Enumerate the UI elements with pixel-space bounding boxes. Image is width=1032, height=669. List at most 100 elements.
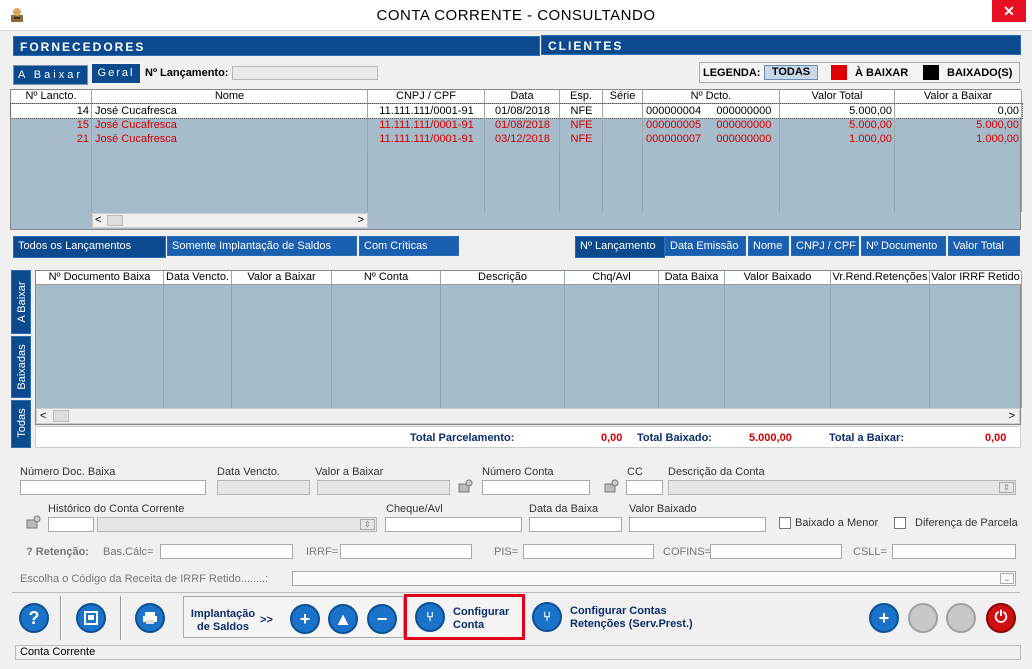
descricao-conta-select[interactable]: ⇕ — [668, 480, 1016, 495]
legend-todas-button[interactable]: TODAS — [764, 65, 818, 80]
column-header[interactable]: Valor IRRF Retido — [930, 271, 1022, 285]
column-header[interactable]: Série — [603, 90, 643, 104]
detail-horizontal-scrollbar[interactable]: < > — [36, 408, 1020, 424]
column-header[interactable]: Nº Dcto. — [643, 90, 780, 104]
implantacao-arrows: >> — [260, 614, 273, 626]
column-header[interactable]: Esp. — [560, 90, 603, 104]
column-header[interactable]: Valor Total — [780, 90, 895, 104]
clientes-header[interactable]: CLIENTES — [541, 35, 1021, 55]
sort-nome-button[interactable]: Nome — [748, 236, 789, 256]
sort-data-emissao-button[interactable]: Data Emissão — [665, 236, 746, 256]
filter-criticas-button[interactable]: Com Críticas — [359, 236, 459, 256]
descricao-conta-label: Descrição da Conta — [668, 466, 765, 478]
diferenca-parcela-checkbox[interactable] — [894, 517, 906, 529]
column-divider — [830, 285, 831, 408]
lancamento-field[interactable] — [232, 66, 378, 80]
sort-documento-button[interactable]: Nº Documento — [861, 236, 946, 256]
vtab-todas[interactable]: Todas — [11, 400, 31, 448]
remove-implantacao-button[interactable]: − — [367, 604, 397, 634]
sort-lancamento-button[interactable]: Nº Lançamento — [575, 236, 665, 258]
up-implantacao-button[interactable]: ▲ — [328, 604, 358, 634]
data-baixa-input[interactable] — [529, 517, 622, 532]
power-icon[interactable]: ⏻ — [986, 603, 1016, 633]
table-cell: 5.000,00 — [849, 105, 892, 117]
spinner-icon[interactable]: ⇕ — [360, 519, 375, 530]
conta-lookup-icon[interactable] — [458, 479, 474, 493]
numero-conta-input[interactable] — [482, 480, 590, 495]
vtab-a-baixar[interactable]: A Baixar — [11, 270, 31, 334]
historico-select[interactable]: ⇕ — [97, 517, 377, 532]
help-button[interactable]: ? — [19, 603, 49, 633]
spinner-icon[interactable]: ⇕ — [999, 482, 1014, 493]
scroll-right-icon[interactable]: > — [358, 214, 364, 226]
column-divider — [559, 146, 560, 212]
cheque-input[interactable] — [385, 517, 522, 532]
column-header[interactable]: Data Baixa — [659, 271, 725, 285]
table-row[interactable]: 15 José Cucafresca 11.111.111/0001-91 01/08… — [11, 118, 1022, 132]
add-implantacao-button[interactable]: + — [290, 604, 320, 634]
column-divider — [91, 118, 92, 132]
save-button[interactable] — [76, 603, 106, 633]
column-header[interactable]: Chq/Avl — [565, 271, 659, 285]
sort-valor-total-button[interactable]: Valor Total — [948, 236, 1020, 256]
total-baixado-value: 5.000,00 — [749, 432, 792, 444]
valor-baixado-input[interactable] — [629, 517, 766, 532]
column-header[interactable]: Valor Baixado — [725, 271, 831, 285]
cofins-input[interactable] — [710, 544, 842, 559]
detail-scroll-left-icon[interactable]: < — [40, 410, 46, 422]
table-cell — [603, 132, 643, 146]
pis-input[interactable] — [523, 544, 654, 559]
sort-cnpj-button[interactable]: CNPJ / CPF — [791, 236, 859, 256]
configurar-contas-retencoes-button[interactable]: ⑂ Configurar Contas Retenções (Serv.Pres… — [530, 596, 730, 638]
column-header[interactable]: CNPJ / CPF — [368, 90, 485, 104]
column-header[interactable]: Nº Lancto. — [11, 90, 92, 104]
filter-implantacao-button[interactable]: Somente Implantação de Saldos — [167, 236, 357, 256]
print-button[interactable] — [135, 603, 165, 633]
close-button[interactable]: ✕ — [992, 0, 1026, 22]
baixado-menor-checkbox[interactable] — [779, 517, 791, 529]
chevron-down-icon[interactable]: ⌄ — [1000, 573, 1014, 584]
legend-a-baixar-swatch — [831, 65, 847, 80]
column-divider — [602, 132, 603, 146]
irrf-input[interactable] — [340, 544, 472, 559]
column-header[interactable]: Data Vencto. — [164, 271, 232, 285]
column-header[interactable]: Nº Conta — [332, 271, 441, 285]
fornecedores-header[interactable]: FORNECEDORES — [13, 36, 540, 56]
column-header[interactable]: Vr.Rend.Retenções — [831, 271, 930, 285]
table-cell: NFE — [570, 119, 593, 131]
table-cell — [603, 104, 643, 118]
table-cell: José Cucafresca — [95, 105, 177, 117]
receita-irrf-select[interactable]: ⌄ — [292, 571, 1016, 586]
add-button[interactable]: + — [869, 603, 899, 633]
column-header[interactable]: Nome — [92, 90, 368, 104]
csll-input[interactable] — [892, 544, 1016, 559]
numero-doc-baixa-input[interactable] — [20, 480, 206, 495]
filter-todos-button[interactable]: Todos os Lançamentos — [13, 236, 166, 258]
cc-input[interactable] — [626, 480, 663, 495]
tab-a-baixar[interactable]: A Baixar — [13, 65, 88, 85]
historico-lookup-icon[interactable] — [26, 515, 42, 529]
vtab-baixadas[interactable]: Baixadas — [11, 336, 31, 398]
column-divider — [367, 132, 368, 146]
historico-code-input[interactable] — [48, 517, 94, 532]
configurar-conta-button[interactable]: ⑂ Configurar Conta — [404, 594, 525, 640]
scroll-thumb[interactable] — [107, 215, 123, 226]
column-header[interactable]: Descrição — [441, 271, 565, 285]
data-vencto-input — [217, 480, 310, 495]
table-row[interactable]: 21 José Cucafresca 11.111.111/0001-91 03/12… — [11, 132, 1022, 146]
column-divider — [642, 104, 643, 118]
column-header[interactable]: Valor a Baixar — [232, 271, 332, 285]
scroll-left-icon[interactable]: < — [95, 214, 101, 226]
column-header[interactable]: Data — [485, 90, 560, 104]
column-divider — [894, 118, 895, 132]
table-row[interactable]: 14 José Cucafresca 11.111.111/0001-91 01/08… — [10, 103, 1023, 119]
detail-scroll-thumb[interactable] — [53, 410, 69, 422]
lancamentos-table: Nº Lancto. Nome CNPJ / CPF Data Esp. Série Nº … — [10, 89, 1023, 230]
cc-lookup-icon[interactable] — [604, 479, 620, 493]
detail-scroll-right-icon[interactable]: > — [1009, 410, 1015, 422]
column-header[interactable]: Nº Documento Baixa — [36, 271, 164, 285]
tab-geral[interactable]: Geral — [90, 62, 142, 85]
bas-calc-input[interactable] — [160, 544, 293, 559]
horizontal-scrollbar[interactable]: < > — [92, 213, 368, 228]
column-header[interactable]: Valor a Baixar — [895, 90, 1022, 104]
